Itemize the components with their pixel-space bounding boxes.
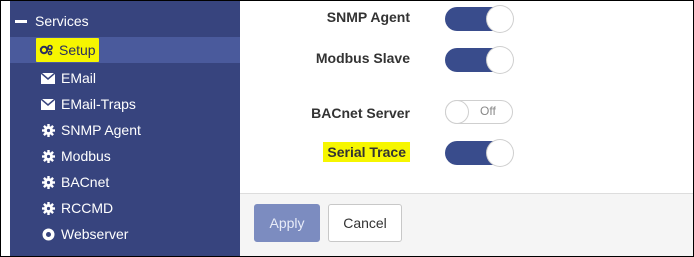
gears-icon: [38, 43, 54, 57]
minus-icon: [15, 19, 27, 23]
highlight-marker: Setup: [36, 38, 99, 62]
form-footer: Apply Cancel: [240, 193, 693, 256]
toggle-knob: [487, 140, 513, 166]
snmp-agent-label: SNMP Agent: [326, 9, 410, 25]
sidebar-item-email-traps[interactable]: EMail-Traps: [10, 91, 270, 117]
sidebar-item-label: Webserver: [61, 226, 129, 242]
sidebar-item-label: BACnet: [61, 174, 110, 190]
settings-panel: SNMP Agent Modbus Slave BACnet Server Of…: [240, 1, 693, 256]
sidebar: Services Setup EMail EMail-Traps SNMP Ag…: [10, 1, 270, 256]
globe-icon: [40, 227, 56, 241]
window-frame: Services Setup EMail EMail-Traps SNMP Ag…: [0, 0, 694, 257]
serial-trace-label-row: Serial Trace: [240, 142, 410, 162]
sidebar-item-setup[interactable]: Setup: [10, 37, 270, 63]
toggle-knob: [487, 6, 513, 32]
toggle-knob: [445, 100, 469, 124]
sidebar-item-label: RCCMD: [61, 200, 114, 216]
sidebar-item-modbus[interactable]: Modbus: [10, 143, 270, 169]
envelope-icon: [40, 97, 56, 111]
sidebar-item-label: Setup: [59, 42, 96, 58]
sidebar-item-bacnet[interactable]: BACnet: [10, 169, 270, 195]
sidebar-item-webserver[interactable]: Webserver: [10, 221, 270, 247]
cancel-button[interactable]: Cancel: [328, 204, 402, 242]
envelope-icon: [40, 71, 56, 85]
toggle-knob: [487, 47, 513, 73]
sidebar-item-label: Modbus: [61, 148, 111, 164]
gear-icon: [40, 175, 56, 189]
sidebar-item-label: SNMP Agent: [61, 122, 141, 138]
sidebar-item-label: EMail: [61, 70, 97, 86]
sidebar-item-label: EMail-Traps: [61, 96, 136, 112]
sidebar-header-label: Services: [35, 13, 89, 29]
apply-button[interactable]: Apply: [254, 204, 320, 242]
gear-icon: [40, 149, 56, 163]
sidebar-item-snmp-agent[interactable]: SNMP Agent: [10, 117, 270, 143]
gear-icon: [40, 201, 56, 215]
serial-trace-label: Serial Trace: [323, 142, 410, 162]
sidebar-header-services[interactable]: Services: [10, 8, 245, 34]
bacnet-server-label: BACnet Server: [311, 105, 410, 121]
sidebar-item-rccmd[interactable]: RCCMD: [10, 195, 270, 221]
serial-trace-toggle[interactable]: [445, 140, 513, 166]
gear-icon: [40, 123, 56, 137]
modbus-slave-toggle[interactable]: [445, 47, 513, 73]
bacnet-server-toggle[interactable]: Off: [445, 100, 513, 124]
snmp-agent-toggle[interactable]: [445, 6, 513, 32]
sidebar-item-email[interactable]: EMail: [10, 65, 270, 91]
toggle-off-text: Off: [480, 104, 496, 118]
modbus-slave-label: Modbus Slave: [315, 50, 410, 66]
